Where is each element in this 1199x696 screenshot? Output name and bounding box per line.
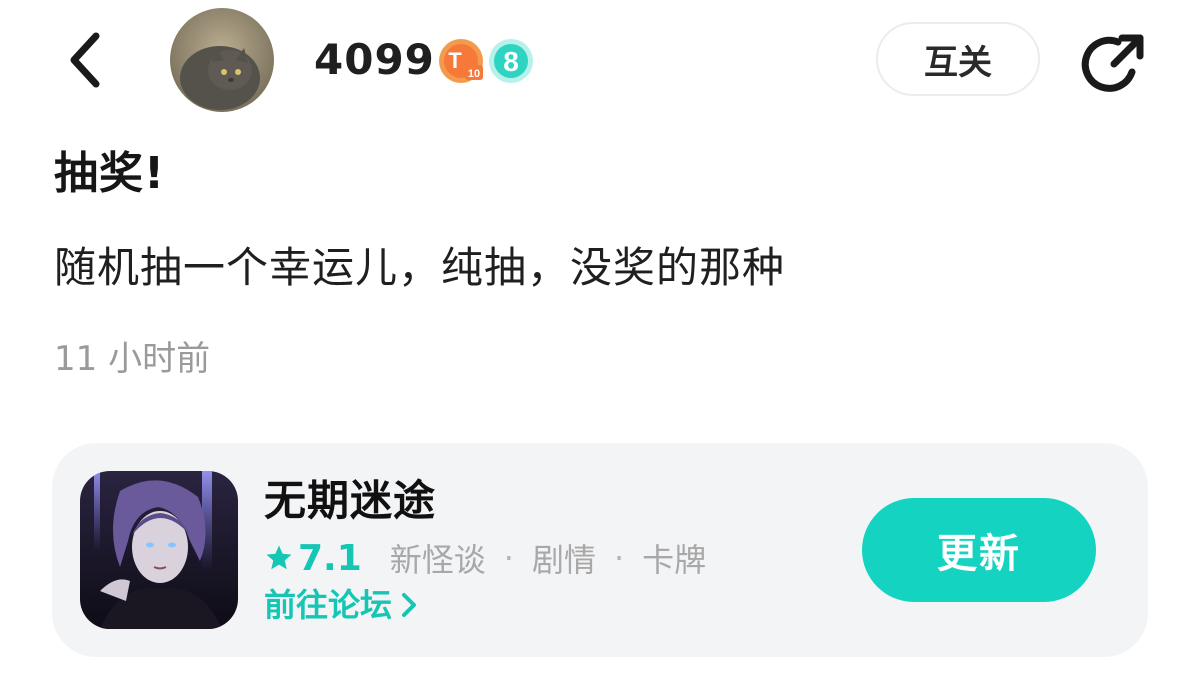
game-cover-image bbox=[80, 471, 238, 629]
go-to-forum-link[interactable]: 前往论坛 bbox=[264, 583, 418, 627]
post-title: 抽奖! bbox=[54, 148, 166, 199]
tag-separator: · bbox=[503, 539, 514, 577]
badge-t-level: 10 bbox=[468, 68, 480, 80]
game-icon[interactable] bbox=[80, 471, 238, 629]
creator-badge: T 10 bbox=[438, 38, 484, 84]
mutual-follow-button[interactable]: 互关 bbox=[876, 22, 1040, 96]
update-button[interactable]: 更新 bbox=[862, 498, 1096, 602]
game-meta: 7.1 新怪谈 · 剧情 · 卡牌 bbox=[264, 535, 706, 581]
rating-value: 7.1 bbox=[298, 537, 362, 579]
avatar[interactable] bbox=[170, 8, 274, 112]
badge-t-label: T bbox=[448, 48, 462, 73]
share-icon bbox=[1081, 34, 1144, 92]
forum-link-label: 前往论坛 bbox=[264, 586, 393, 624]
game-tag: 卡牌 bbox=[642, 541, 707, 579]
cat-avatar-image bbox=[170, 8, 274, 112]
game-tag: 剧情 bbox=[531, 541, 596, 579]
level-badge: 8 bbox=[486, 37, 536, 85]
game-card[interactable]: 无期迷途 7.1 新怪谈 · 剧情 · 卡牌 前往论坛 更新 bbox=[52, 443, 1148, 657]
tag-separator: · bbox=[613, 539, 625, 577]
game-name[interactable]: 无期迷途 bbox=[264, 473, 436, 529]
post-detail-page: 4099 T 10 8 互关 抽奖! 随机抽一个幸运儿，纯抽，没奖的那种 11 … bbox=[0, 0, 1199, 696]
username[interactable]: 4099 bbox=[314, 30, 435, 90]
game-tag: 新怪谈 bbox=[389, 541, 486, 579]
star-icon bbox=[266, 545, 292, 570]
post-timestamp: 11 小时前 bbox=[54, 339, 211, 379]
post-body: 随机抽一个幸运儿，纯抽，没奖的那种 bbox=[54, 243, 786, 292]
level-badge-icon: 8 bbox=[489, 39, 533, 83]
chevron-right-icon bbox=[402, 593, 417, 617]
creator-badge-icon: T 10 bbox=[439, 39, 483, 83]
back-button[interactable] bbox=[56, 28, 116, 92]
level-value: 8 bbox=[503, 46, 519, 77]
game-rating: 7.1 bbox=[264, 538, 362, 579]
share-button[interactable] bbox=[1078, 28, 1150, 100]
chevron-left-icon bbox=[70, 32, 100, 88]
